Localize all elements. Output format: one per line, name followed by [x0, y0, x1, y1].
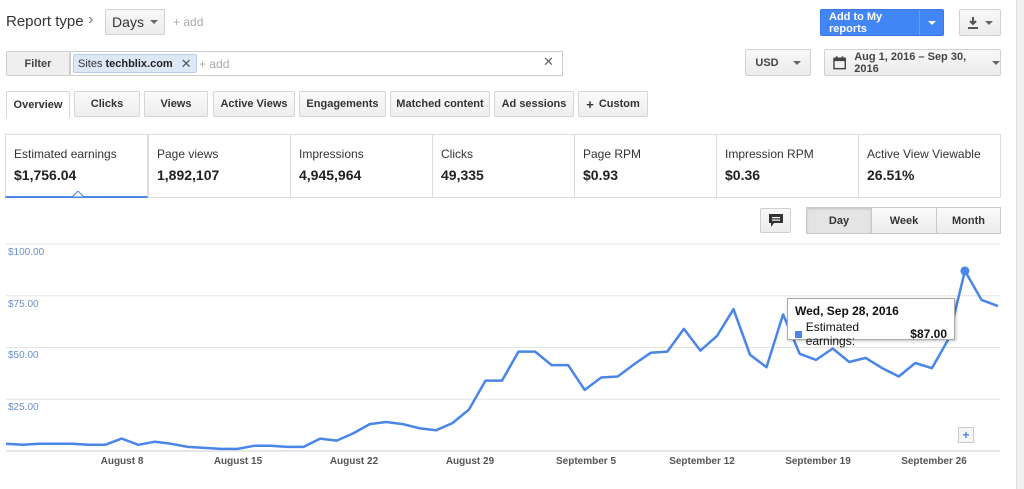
tab-views[interactable]: Views [144, 91, 208, 117]
x-tick-label: August 8 [100, 456, 144, 467]
x-tick-label: September 19 [785, 456, 851, 467]
calendar-icon [833, 55, 846, 69]
site-filter-chip[interactable]: Sites techblix.com ✕ [73, 54, 197, 73]
currency-value: USD [755, 56, 779, 69]
comment-icon [768, 214, 783, 227]
metric-value: $0.36 [725, 167, 761, 183]
tab-custom-label: Custom [598, 98, 640, 110]
zoom-button[interactable]: + [958, 427, 974, 443]
y-tick-label: $100.00 [8, 247, 45, 258]
chevron-down-icon [985, 20, 993, 25]
tab-engagements[interactable]: Engagements [299, 91, 386, 117]
date-range-value: Aug 1, 2016 – Sep 30, 2016 [854, 50, 967, 75]
plus-icon: + [586, 96, 594, 112]
metric-value: 26.51% [867, 167, 915, 183]
chevron-down-icon [792, 60, 801, 65]
metric-impression-rpm[interactable]: Impression RPM $0.36 [716, 134, 859, 198]
x-tick-label: August 15 [213, 456, 263, 467]
y-tick-label: $25.00 [8, 402, 39, 413]
x-tick-label: August 29 [445, 456, 495, 467]
report-type-label: Report type [6, 13, 84, 30]
y-tick-label: $50.00 [8, 350, 39, 361]
tab-clicks[interactable]: Clicks [74, 91, 140, 117]
highlighted-data-point[interactable] [960, 266, 970, 276]
metric-page-rpm[interactable]: Page RPM $0.93 [574, 134, 717, 198]
metric-active-view-viewable[interactable]: Active View Viewable 26.51% [858, 134, 1001, 198]
download-icon [968, 16, 978, 29]
plus-icon: + [962, 428, 970, 442]
tab-ad-sessions[interactable]: Ad sessions [494, 91, 574, 117]
chevron-down-icon [149, 20, 158, 24]
metric-label: Active View Viewable [867, 147, 981, 161]
dimension-dropdown[interactable]: Days [105, 9, 165, 35]
selected-indicator-icon [72, 191, 84, 198]
metric-label: Page RPM [583, 147, 642, 161]
y-tick-label: $75.00 [8, 299, 39, 310]
metric-impressions[interactable]: Impressions 4,945,964 [290, 134, 433, 198]
chevron-right-icon: › [88, 11, 94, 28]
chevron-down-icon [927, 20, 936, 25]
metric-label: Clicks [441, 147, 473, 161]
add-to-my-reports-label: Add to My reports [829, 10, 883, 35]
x-tick-label: September 5 [555, 456, 617, 467]
metric-label: Estimated earnings [14, 147, 117, 161]
chip-value: techblix.com [105, 57, 173, 70]
dimension-value: Days [112, 14, 144, 30]
filter-button[interactable]: Filter [6, 51, 70, 76]
granularity-day[interactable]: Day [806, 207, 872, 234]
currency-dropdown[interactable]: USD [745, 49, 811, 76]
metric-value: 4,945,964 [299, 167, 362, 183]
scrollbar[interactable] [1016, 0, 1024, 489]
tab-active-views[interactable]: Active Views [213, 91, 295, 117]
add-to-my-reports-button[interactable]: Add to My reports [820, 9, 944, 36]
tab-custom[interactable]: + Custom [578, 91, 648, 117]
tab-overview[interactable]: Overview [6, 91, 70, 119]
tooltip-series-label: Estimated earnings: [805, 320, 860, 348]
annotation-button[interactable] [760, 208, 791, 233]
clear-filter-icon[interactable]: ✕ [543, 54, 554, 70]
metric-label: Impression RPM [725, 147, 814, 161]
metric-page-views[interactable]: Page views 1,892,107 [148, 134, 291, 198]
series-swatch [795, 330, 802, 338]
chevron-down-icon [992, 60, 1000, 65]
filter-label: Filter [24, 57, 52, 70]
metric-label: Page views [157, 147, 219, 161]
x-tick-label: September 12 [669, 456, 735, 467]
date-range-picker[interactable]: Aug 1, 2016 – Sep 30, 2016 [824, 49, 1001, 76]
tooltip-series-value: $87.00 [910, 327, 947, 341]
x-tick-label: August 22 [329, 456, 379, 467]
filter-add-input[interactable]: + add [199, 57, 229, 71]
metric-clicks[interactable]: Clicks 49,335 [432, 134, 575, 198]
metric-value: 1,892,107 [157, 167, 220, 183]
add-to-reports-dropdown[interactable] [919, 10, 943, 35]
metric-estimated-earnings[interactable]: Estimated earnings $1,756.04 [5, 134, 148, 198]
granularity-month[interactable]: Month [936, 207, 1001, 234]
metric-label: Impressions [299, 147, 364, 161]
metric-value: $0.93 [583, 167, 619, 183]
tooltip-date: Wed, Sep 28, 2016 [795, 304, 899, 318]
add-dimension-link[interactable]: + add [173, 15, 203, 29]
tab-matched-content[interactable]: Matched content [390, 91, 490, 117]
close-icon[interactable]: ✕ [181, 56, 192, 72]
metric-value: 49,335 [441, 167, 484, 183]
chip-key: Sites [78, 57, 103, 70]
metric-value: $1,756.04 [14, 167, 77, 183]
download-button[interactable] [959, 9, 1001, 36]
x-tick-label: September 26 [901, 456, 967, 467]
granularity-week[interactable]: Week [871, 207, 937, 234]
chart-tooltip: Wed, Sep 28, 2016 Estimated earnings: $8… [787, 298, 955, 348]
